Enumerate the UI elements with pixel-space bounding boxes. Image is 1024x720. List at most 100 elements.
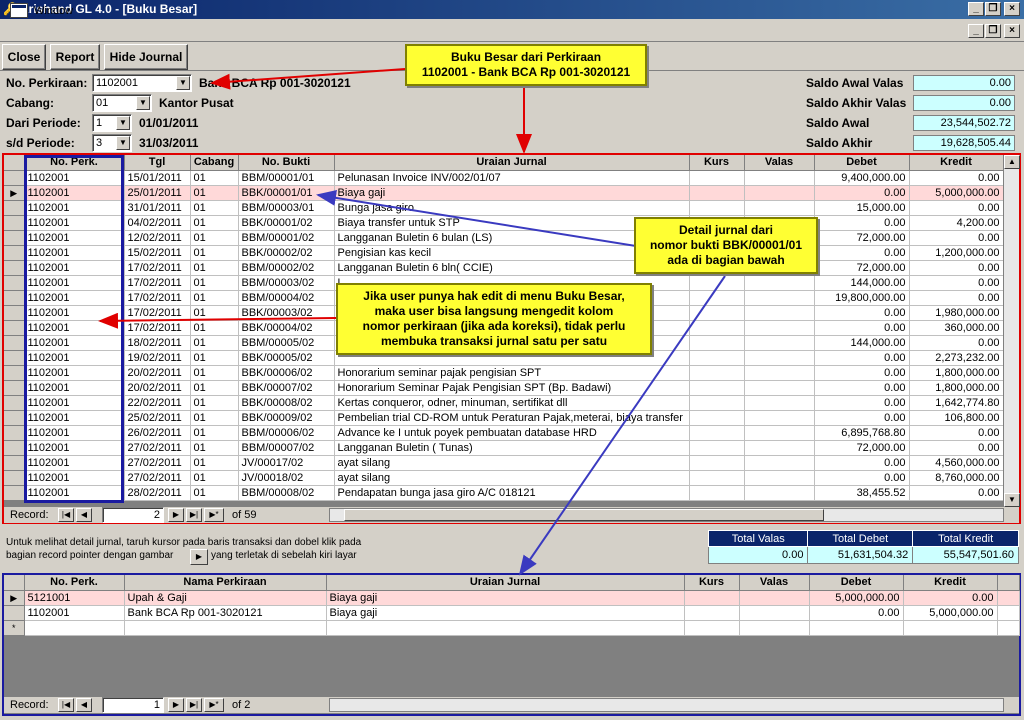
ledger-row[interactable]: 1102001 15/01/2011 01 BBM/00001/01 Pelunasan… [4, 170, 1004, 186]
row-selector[interactable] [4, 485, 25, 501]
detail-record-number-field[interactable]: 1 [102, 697, 164, 713]
row-selector[interactable] [4, 200, 25, 216]
ledger-row[interactable]: 1102001 27/02/2011 01 JV/00018/02 ayat silan… [4, 470, 1004, 486]
ledger-row[interactable]: 1102001 22/02/2011 01 BBK/00008/02 Kertas co… [4, 395, 1004, 411]
first-record-icon[interactable]: |◀ [58, 508, 74, 522]
detail-cell[interactable] [24, 620, 125, 636]
perkiraan-dropdown-icon[interactable]: ▼ [176, 76, 190, 90]
next-record-icon[interactable]: ▶ [168, 508, 184, 522]
detail-col-header[interactable]: Debet [809, 575, 904, 591]
ledger-row[interactable]: 1102001 27/02/2011 01 JV/00017/02 ayat silan… [4, 455, 1004, 471]
detail-prev-record-icon[interactable]: ◀ [76, 698, 92, 712]
detail-first-record-icon[interactable]: |◀ [58, 698, 74, 712]
row-selector[interactable] [4, 350, 25, 366]
detail-col-header[interactable]: No. Perk. [24, 575, 125, 591]
close-window-button[interactable]: × [1004, 2, 1020, 16]
detail-cell[interactable] [326, 620, 685, 636]
row-selector[interactable] [4, 380, 25, 396]
row-selector[interactable] [4, 395, 25, 411]
row-selector[interactable] [4, 605, 25, 621]
scroll-up-icon[interactable]: ▲ [1004, 155, 1020, 169]
ledger-col-header[interactable]: Valas [744, 155, 815, 171]
ledger-col-header[interactable]: Debet [814, 155, 910, 171]
ledger-row[interactable]: ▶ 1102001 25/01/2011 01 BBK/00001/01 Biaya ga… [4, 185, 1004, 201]
ledger-row[interactable]: 1102001 28/02/2011 01 BBM/00008/02 Pendapata… [4, 485, 1004, 501]
detail-col-header[interactable]: Kurs [684, 575, 740, 591]
maximize-button[interactable]: ❐ [985, 2, 1001, 16]
detail-row[interactable]: ▶ 5121001 Upah & Gaji Biaya gaji 5,000,000.0… [4, 590, 1020, 606]
detail-cell[interactable]: 5121001 [24, 590, 125, 606]
ledger-vscrollbar[interactable]: ▲ ▼ [1003, 155, 1020, 507]
row-selector[interactable] [4, 365, 25, 381]
hscroll-thumb[interactable] [344, 509, 824, 521]
scroll-down-icon[interactable]: ▼ [1004, 493, 1020, 507]
mdi-close-button[interactable]: × [1004, 24, 1020, 38]
new-record-icon[interactable]: ▶* [204, 508, 224, 522]
row-selector[interactable] [4, 410, 25, 426]
new-row-icon[interactable]: * [4, 620, 25, 636]
detail-next-record-icon[interactable]: ▶ [168, 698, 184, 712]
row-selector[interactable] [4, 275, 25, 291]
ledger-row[interactable]: 1102001 20/02/2011 01 BBK/00006/02 Honorariu… [4, 365, 1004, 381]
ledger-row[interactable]: 1102001 20/02/2011 01 BBK/00007/02 Honorariu… [4, 380, 1004, 396]
row-selector[interactable] [4, 320, 25, 336]
ledger-row[interactable]: 1102001 26/02/2011 01 BBM/00006/02 Advance k… [4, 425, 1004, 441]
dari-periode-dropdown-icon[interactable]: ▼ [116, 116, 130, 130]
row-selector[interactable] [4, 305, 25, 321]
row-selector[interactable] [4, 230, 25, 246]
minimize-button[interactable]: _ [968, 2, 984, 16]
detail-hscrollbar[interactable] [329, 698, 1004, 712]
ledger-col-header[interactable]: Cabang [190, 155, 239, 171]
detail-col-header[interactable]: Uraian Jurnal [326, 575, 685, 591]
detail-cell[interactable] [903, 620, 998, 636]
prev-record-icon[interactable]: ◀ [76, 508, 92, 522]
row-selector[interactable] [4, 455, 25, 471]
ledger-row[interactable]: 1102001 27/02/2011 01 BBM/00007/02 Langganan… [4, 440, 1004, 456]
detail-new-record-icon[interactable]: ▶* [204, 698, 224, 712]
row-selector[interactable] [4, 290, 25, 306]
ledger-col-header[interactable]: No. Bukti [238, 155, 335, 171]
ledger-row[interactable]: 1102001 17/02/2011 01 BBM/00002/02 Langganan… [4, 260, 1004, 276]
detail-cell[interactable] [997, 620, 1020, 636]
ledger-row[interactable]: 1102001 31/01/2011 01 BBM/00003/01 Bunga jas… [4, 200, 1004, 216]
record-pointer-icon[interactable]: ▶ [4, 185, 25, 201]
detail-cell[interactable] [124, 620, 327, 636]
detail-cell[interactable] [809, 620, 904, 636]
row-selector[interactable] [4, 425, 25, 441]
ledger-col-header[interactable]: Kurs [689, 155, 745, 171]
mdi-minimize-button[interactable]: _ [968, 24, 984, 38]
row-selector[interactable] [4, 245, 25, 261]
close-button[interactable]: Close [2, 44, 46, 70]
detail-last-record-icon[interactable]: ▶| [186, 698, 202, 712]
detail-cell[interactable]: 1102001 [24, 605, 125, 621]
row-selector[interactable] [4, 260, 25, 276]
ledger-row[interactable]: 1102001 15/02/2011 01 BBK/00002/02 Pengisian… [4, 245, 1004, 261]
last-record-icon[interactable]: ▶| [186, 508, 202, 522]
ledger-col-header[interactable]: Uraian Jurnal [334, 155, 690, 171]
ledger-row[interactable]: 1102001 12/02/2011 01 BBM/00001/02 Langganan… [4, 230, 1004, 246]
sd-periode-dropdown-icon[interactable]: ▼ [116, 136, 130, 150]
detail-cell[interactable] [739, 620, 810, 636]
detail-col-header[interactable]: Nama Perkiraan [124, 575, 327, 591]
row-selector[interactable] [4, 440, 25, 456]
ledger-col-header[interactable]: Kredit [909, 155, 1004, 171]
hide-journal-button[interactable]: Hide Journal [104, 44, 188, 70]
cabang-dropdown-icon[interactable]: ▼ [136, 96, 150, 110]
mdi-restore-button[interactable]: ❐ [985, 24, 1001, 38]
report-button[interactable]: Report [50, 44, 100, 70]
detail-col-header[interactable]: Valas [739, 575, 810, 591]
row-selector[interactable] [4, 215, 25, 231]
detail-new-row[interactable]: * [4, 620, 1020, 636]
ledger-row[interactable]: 1102001 04/02/2011 01 BBK/00001/02 Biaya tra… [4, 215, 1004, 231]
menu-window[interactable]: Window [34, 3, 73, 19]
record-number-field[interactable]: 2 [102, 507, 164, 523]
ledger-hscrollbar[interactable] [329, 508, 1004, 522]
detail-cell[interactable] [684, 620, 740, 636]
record-pointer-icon[interactable]: ▶ [4, 590, 25, 606]
row-selector[interactable] [4, 470, 25, 486]
row-selector[interactable] [4, 170, 25, 186]
mdi-window-icon[interactable] [10, 3, 28, 18]
detail-col-header[interactable]: Kredit [903, 575, 998, 591]
row-selector[interactable] [4, 335, 25, 351]
ledger-row[interactable]: 1102001 25/02/2011 01 BBK/00009/02 Pembelian… [4, 410, 1004, 426]
